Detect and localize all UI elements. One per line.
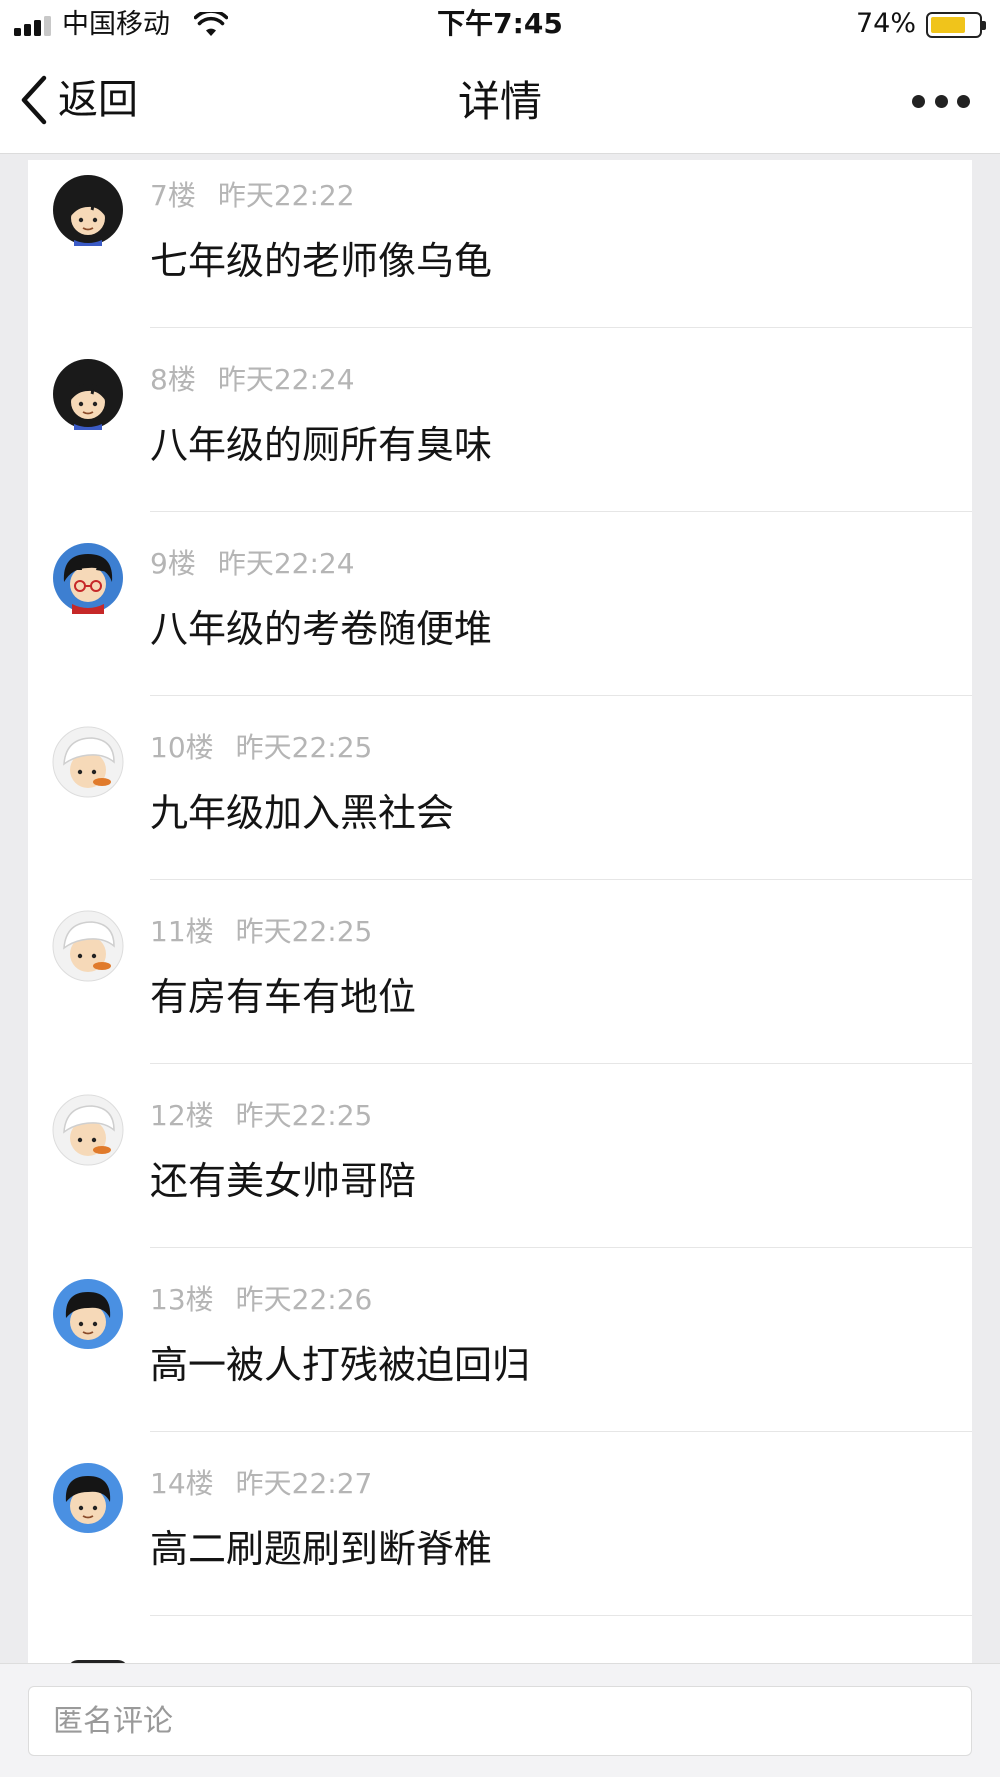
back-button[interactable]: 返回 bbox=[16, 72, 138, 128]
comment-meta: 10楼 昨天22:25 bbox=[150, 730, 372, 766]
floor-number: 7楼 bbox=[150, 179, 196, 212]
floor-number: 11楼 bbox=[150, 915, 214, 948]
comment-item[interactable]: 10楼 昨天22:25 九年级加入黑社会 bbox=[28, 696, 972, 880]
comment-item[interactable]: 11楼 昨天22:25 有房有车有地位 bbox=[28, 880, 972, 1064]
comment-text: 九年级加入黑社会 bbox=[150, 791, 455, 835]
comment-meta: 14楼 昨天22:27 bbox=[150, 1466, 372, 1502]
comment-meta: 8楼 昨天22:24 bbox=[150, 362, 355, 398]
more-dots-icon[interactable] bbox=[912, 86, 970, 116]
comment-time: 昨天22:26 bbox=[235, 1283, 373, 1316]
comment-meta: 9楼 昨天22:24 bbox=[150, 546, 355, 582]
floor-number: 9楼 bbox=[150, 547, 196, 580]
avatar[interactable] bbox=[52, 726, 124, 798]
floor-number: 12楼 bbox=[150, 1099, 214, 1132]
comment-list: 7楼 昨天22:22 七年级的老师像乌龟 8楼 昨天22:24 八年级的厕所有臭味 9楼 昨天… bbox=[28, 160, 972, 1665]
floor-number: 8楼 bbox=[150, 363, 196, 396]
battery-percent: 74% bbox=[855, 8, 916, 39]
comment-text: 七年级的老师像乌龟 bbox=[150, 239, 493, 283]
divider bbox=[150, 1615, 972, 1616]
comment-item[interactable]: 12楼 昨天22:25 还有美女帅哥陪 bbox=[28, 1064, 972, 1248]
avatar[interactable] bbox=[52, 1462, 124, 1534]
comment-text: 高二刷题刷到断脊椎 bbox=[150, 1527, 493, 1571]
page-title: 详情 bbox=[457, 77, 542, 126]
comment-text: 有房有车有地位 bbox=[150, 975, 417, 1019]
comment-time: 昨天22:24 bbox=[217, 547, 355, 580]
chevron-left-icon bbox=[21, 75, 47, 125]
comment-meta: 7楼 昨天22:22 bbox=[150, 178, 355, 214]
status-bar: 中国移动 下午7:45 74% bbox=[0, 0, 1000, 50]
comment-text: 还有美女帅哥陪 bbox=[150, 1159, 417, 1203]
comment-time: 昨天22:27 bbox=[235, 1467, 373, 1500]
comment-meta: 13楼 昨天22:26 bbox=[150, 1282, 372, 1318]
avatar[interactable] bbox=[52, 174, 124, 246]
avatar[interactable] bbox=[52, 1094, 124, 1166]
comment-item[interactable]: 14楼 昨天22:27 高二刷题刷到断脊椎 bbox=[28, 1432, 972, 1616]
comment-text: 八年级的考卷随便堆 bbox=[150, 607, 493, 651]
comment-time: 昨天22:24 bbox=[217, 363, 355, 396]
avatar[interactable] bbox=[52, 542, 124, 614]
comment-meta: 11楼 昨天22:25 bbox=[150, 914, 372, 950]
comment-item[interactable]: 9楼 昨天22:24 八年级的考卷随便堆 bbox=[28, 512, 972, 696]
avatar[interactable] bbox=[52, 1278, 124, 1350]
avatar[interactable] bbox=[52, 358, 124, 430]
comment-bar bbox=[0, 1663, 1000, 1777]
comment-time: 昨天22:25 bbox=[235, 731, 373, 764]
comment-item[interactable]: 8楼 昨天22:24 八年级的厕所有臭味 bbox=[28, 328, 972, 512]
comment-time: 昨天22:25 bbox=[235, 915, 373, 948]
comment-time: 昨天22:22 bbox=[217, 179, 355, 212]
comment-item[interactable]: 13楼 昨天22:26 高一被人打残被迫回归 bbox=[28, 1248, 972, 1432]
floor-number: 13楼 bbox=[150, 1283, 214, 1316]
nav-bar: 返回 详情 bbox=[0, 50, 1000, 154]
comment-text: 高一被人打残被迫回归 bbox=[150, 1343, 531, 1387]
comment-input[interactable] bbox=[28, 1686, 972, 1756]
comment-item[interactable]: 7楼 昨天22:22 七年级的老师像乌龟 bbox=[28, 160, 972, 328]
back-label: 返回 bbox=[58, 77, 138, 123]
comment-time: 昨天22:25 bbox=[235, 1099, 373, 1132]
battery-icon bbox=[926, 12, 986, 38]
avatar[interactable] bbox=[52, 910, 124, 982]
floor-number: 14楼 bbox=[150, 1467, 214, 1500]
battery-fill bbox=[931, 17, 966, 33]
comment-text: 八年级的厕所有臭味 bbox=[150, 423, 493, 467]
floor-number: 10楼 bbox=[150, 731, 214, 764]
comment-meta: 12楼 昨天22:25 bbox=[150, 1098, 372, 1134]
status-time: 下午7:45 bbox=[437, 7, 563, 40]
